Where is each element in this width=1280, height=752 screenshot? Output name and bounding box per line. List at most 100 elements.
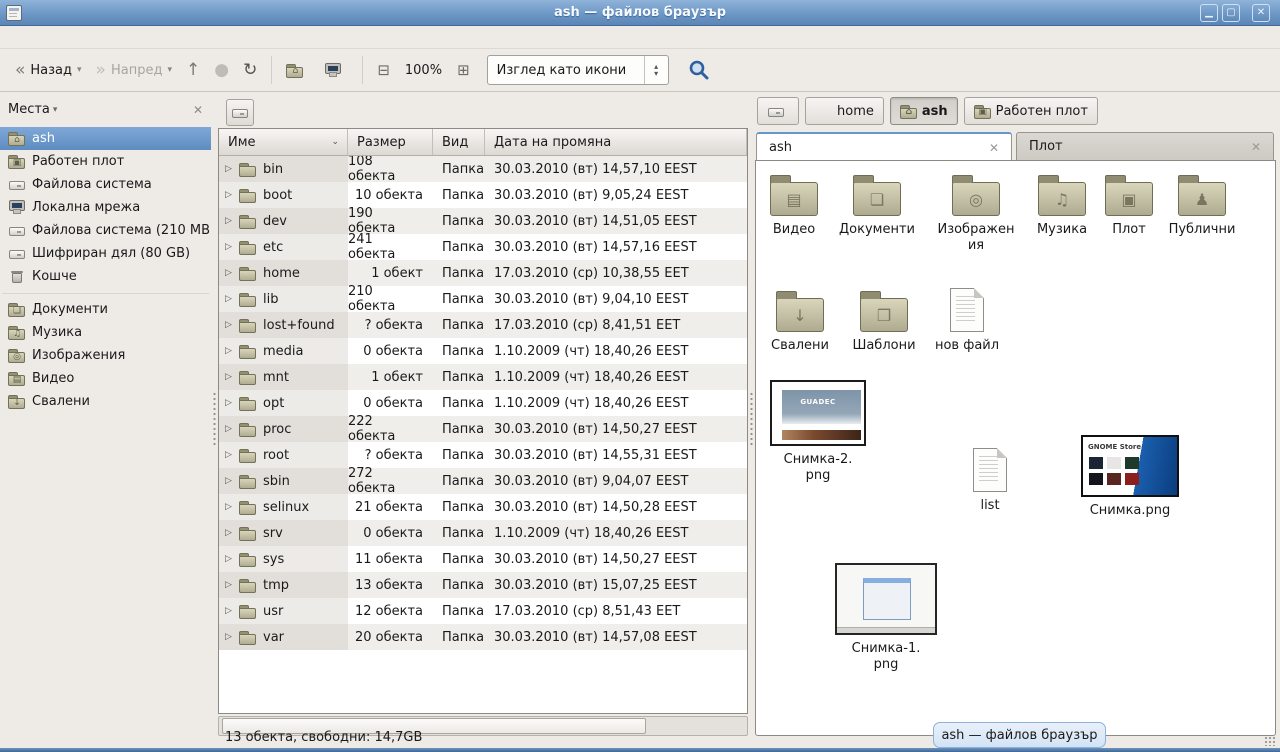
expander-icon[interactable]: ▷ — [225, 190, 239, 200]
table-row[interactable]: ▷ dev 190 обекта Папка 30.03.2010 (вт) 1… — [219, 208, 747, 234]
sidebar-item[interactable]: ⌂ ash — [0, 127, 211, 150]
expander-icon[interactable]: ▷ — [225, 606, 239, 616]
menu-item[interactable] — [104, 35, 124, 39]
file-icon-item[interactable]: list — [935, 446, 1045, 514]
breadcrumb-button[interactable]: home — [805, 97, 884, 125]
sidebar-item[interactable]: ♫ Музика — [0, 321, 211, 344]
table-row[interactable]: ▷ lost+found ? обекта Папка 17.03.2010 (… — [219, 312, 747, 338]
column-header-date[interactable]: Дата на промяна — [485, 129, 747, 155]
expander-icon[interactable]: ▷ — [225, 164, 239, 174]
expander-icon[interactable]: ▷ — [225, 346, 239, 356]
expander-icon[interactable]: ▷ — [225, 268, 239, 278]
search-button[interactable] — [681, 55, 717, 85]
table-row[interactable]: ▷ srv 0 обекта Папка 1.10.2009 (чт) 18,4… — [219, 520, 747, 546]
tab-close-icon[interactable]: ✕ — [1251, 140, 1261, 154]
combo-spinner-icon[interactable]: ▴▾ — [644, 56, 668, 84]
breadcrumb-button[interactable]: ⌂ ash — [890, 97, 958, 125]
zoom-in-button[interactable]: ⊞ — [450, 57, 477, 83]
sidebar-item[interactable]: ▤ Видео — [0, 367, 211, 390]
sidebar-item[interactable] — [0, 288, 211, 298]
resize-grip[interactable] — [1264, 736, 1276, 746]
computer-button[interactable] — [317, 59, 355, 82]
menu-item[interactable] — [4, 35, 24, 39]
taskbar-window-button[interactable]: ash — файлов браузър — [933, 722, 1106, 748]
maximize-button[interactable]: ▢ — [1222, 4, 1240, 22]
tab[interactable]: Плот ✕ — [1016, 132, 1274, 161]
reload-button[interactable]: ↻ — [236, 58, 264, 83]
table-row[interactable]: ▷ sbin 272 обекта Папка 30.03.2010 (вт) … — [219, 468, 747, 494]
tab-close-icon[interactable]: ✕ — [989, 141, 999, 155]
expander-icon[interactable]: ▷ — [225, 632, 239, 642]
up-button[interactable]: ↑ — [179, 58, 207, 83]
sidebar-item[interactable]: ❏ Документи — [0, 298, 211, 321]
forward-button[interactable]: » Напред ▾ — [89, 58, 179, 83]
file-icon-item[interactable]: ❏ Документи — [822, 172, 932, 238]
table-row[interactable]: ▷ media 0 обекта Папка 1.10.2009 (чт) 18… — [219, 338, 747, 364]
sidebar-item[interactable]: Кошче — [0, 265, 211, 288]
menu-item[interactable] — [64, 35, 84, 39]
back-button[interactable]: « Назад ▾ — [8, 58, 89, 83]
file-icon-item[interactable]: Снимка-1. png — [831, 563, 941, 672]
table-row[interactable]: ▷ home 1 обект Папка 17.03.2010 (ср) 10,… — [219, 260, 747, 286]
expander-icon[interactable]: ▷ — [225, 528, 239, 538]
sidebar-item[interactable]: ▣ Работен плот — [0, 150, 211, 173]
expander-icon[interactable]: ▷ — [225, 554, 239, 564]
breadcrumb-button[interactable]: ▣ Работен плот — [964, 97, 1098, 125]
table-row[interactable]: ▷ boot 10 обекта Папка 30.03.2010 (вт) 9… — [219, 182, 747, 208]
home-button[interactable]: ⌂ — [279, 59, 317, 82]
menu-item[interactable] — [24, 35, 44, 39]
file-icon-item[interactable]: GNOME Store Снимка.png — [1075, 435, 1185, 519]
back-history-chevron-icon[interactable]: ▾ — [77, 65, 82, 75]
sidebar-item[interactable]: ↓ Свалени — [0, 390, 211, 413]
sidebar-item[interactable]: Шифриран дял (80 GB) — [0, 242, 211, 265]
filesystem-root-button[interactable] — [226, 99, 254, 126]
column-header-name[interactable]: Име ⌄ — [219, 129, 348, 155]
table-row[interactable]: ▷ selinux 21 обекта Папка 30.03.2010 (вт… — [219, 494, 747, 520]
stop-button[interactable]: ● — [207, 58, 236, 83]
expander-icon[interactable]: ▷ — [225, 580, 239, 590]
expander-icon[interactable]: ▷ — [225, 294, 239, 304]
table-row[interactable]: ▷ etc 241 обекта Папка 30.03.2010 (вт) 1… — [219, 234, 747, 260]
expander-icon[interactable]: ▷ — [225, 398, 239, 408]
sidebar-close-icon[interactable]: ✕ — [193, 103, 203, 117]
tab[interactable]: ash ✕ — [756, 132, 1012, 162]
titlebar[interactable]: ash — файлов браузър ▁ ▢ ✕ — [0, 0, 1280, 26]
table-row[interactable]: ▷ var 20 обекта Папка 30.03.2010 (вт) 14… — [219, 624, 747, 650]
expander-icon[interactable]: ▷ — [225, 476, 239, 486]
table-row[interactable]: ▷ sys 11 обекта Папка 30.03.2010 (вт) 14… — [219, 546, 747, 572]
minimize-button[interactable]: ▁ — [1200, 4, 1218, 22]
column-header-type[interactable]: Вид — [433, 129, 485, 155]
table-row[interactable]: ▷ usr 12 обекта Папка 17.03.2010 (ср) 8,… — [219, 598, 747, 624]
expander-icon[interactable]: ▷ — [225, 502, 239, 512]
table-row[interactable]: ▷ proc 222 обекта Папка 30.03.2010 (вт) … — [219, 416, 747, 442]
expander-icon[interactable]: ▷ — [225, 372, 239, 382]
table-row[interactable]: ▷ lib 210 обекта Папка 30.03.2010 (вт) 9… — [219, 286, 747, 312]
table-row[interactable]: ▷ bin 108 обекта Папка 30.03.2010 (вт) 1… — [219, 156, 747, 182]
sidebar-item[interactable]: Локална мрежа — [0, 196, 211, 219]
view-mode-combobox[interactable]: Изглед като икони ▴▾ — [487, 55, 669, 85]
close-button[interactable]: ✕ — [1252, 4, 1270, 22]
table-row[interactable]: ▷ tmp 13 обекта Папка 30.03.2010 (вт) 15… — [219, 572, 747, 598]
table-row[interactable]: ▷ opt 0 обекта Папка 1.10.2009 (чт) 18,4… — [219, 390, 747, 416]
file-icon-item[interactable]: ♟ Публични — [1147, 172, 1257, 238]
zoom-out-button[interactable]: ⊟ — [370, 57, 397, 83]
column-header-size[interactable]: Размер — [348, 129, 433, 155]
expander-icon[interactable]: ▷ — [225, 450, 239, 460]
breadcrumb-button[interactable] — [757, 97, 799, 125]
expander-icon[interactable]: ▷ — [225, 216, 239, 226]
table-row[interactable]: ▷ root ? обекта Папка 30.03.2010 (вт) 14… — [219, 442, 747, 468]
file-icon-item[interactable]: GUADEC Снимка-2. png — [763, 380, 873, 483]
pane-splitter[interactable] — [211, 92, 218, 737]
menu-item[interactable] — [44, 35, 64, 39]
sidebar-combo-chevron-icon[interactable]: ▾ — [53, 105, 193, 115]
menu-item[interactable] — [84, 35, 104, 39]
sidebar-item[interactable]: ◎ Изображения — [0, 344, 211, 367]
table-row[interactable]: ▷ mnt 1 обект Папка 1.10.2009 (чт) 18,40… — [219, 364, 747, 390]
expander-icon[interactable]: ▷ — [225, 242, 239, 252]
sidebar-item[interactable]: Файлова система (210 MB) — [0, 219, 211, 242]
expander-icon[interactable]: ▷ — [225, 424, 239, 434]
sidebar-title[interactable]: Места — [8, 102, 53, 117]
sidebar-item[interactable]: Файлова система — [0, 173, 211, 196]
expander-icon[interactable]: ▷ — [225, 320, 239, 330]
file-icon-item[interactable]: нов файл — [912, 286, 1022, 354]
